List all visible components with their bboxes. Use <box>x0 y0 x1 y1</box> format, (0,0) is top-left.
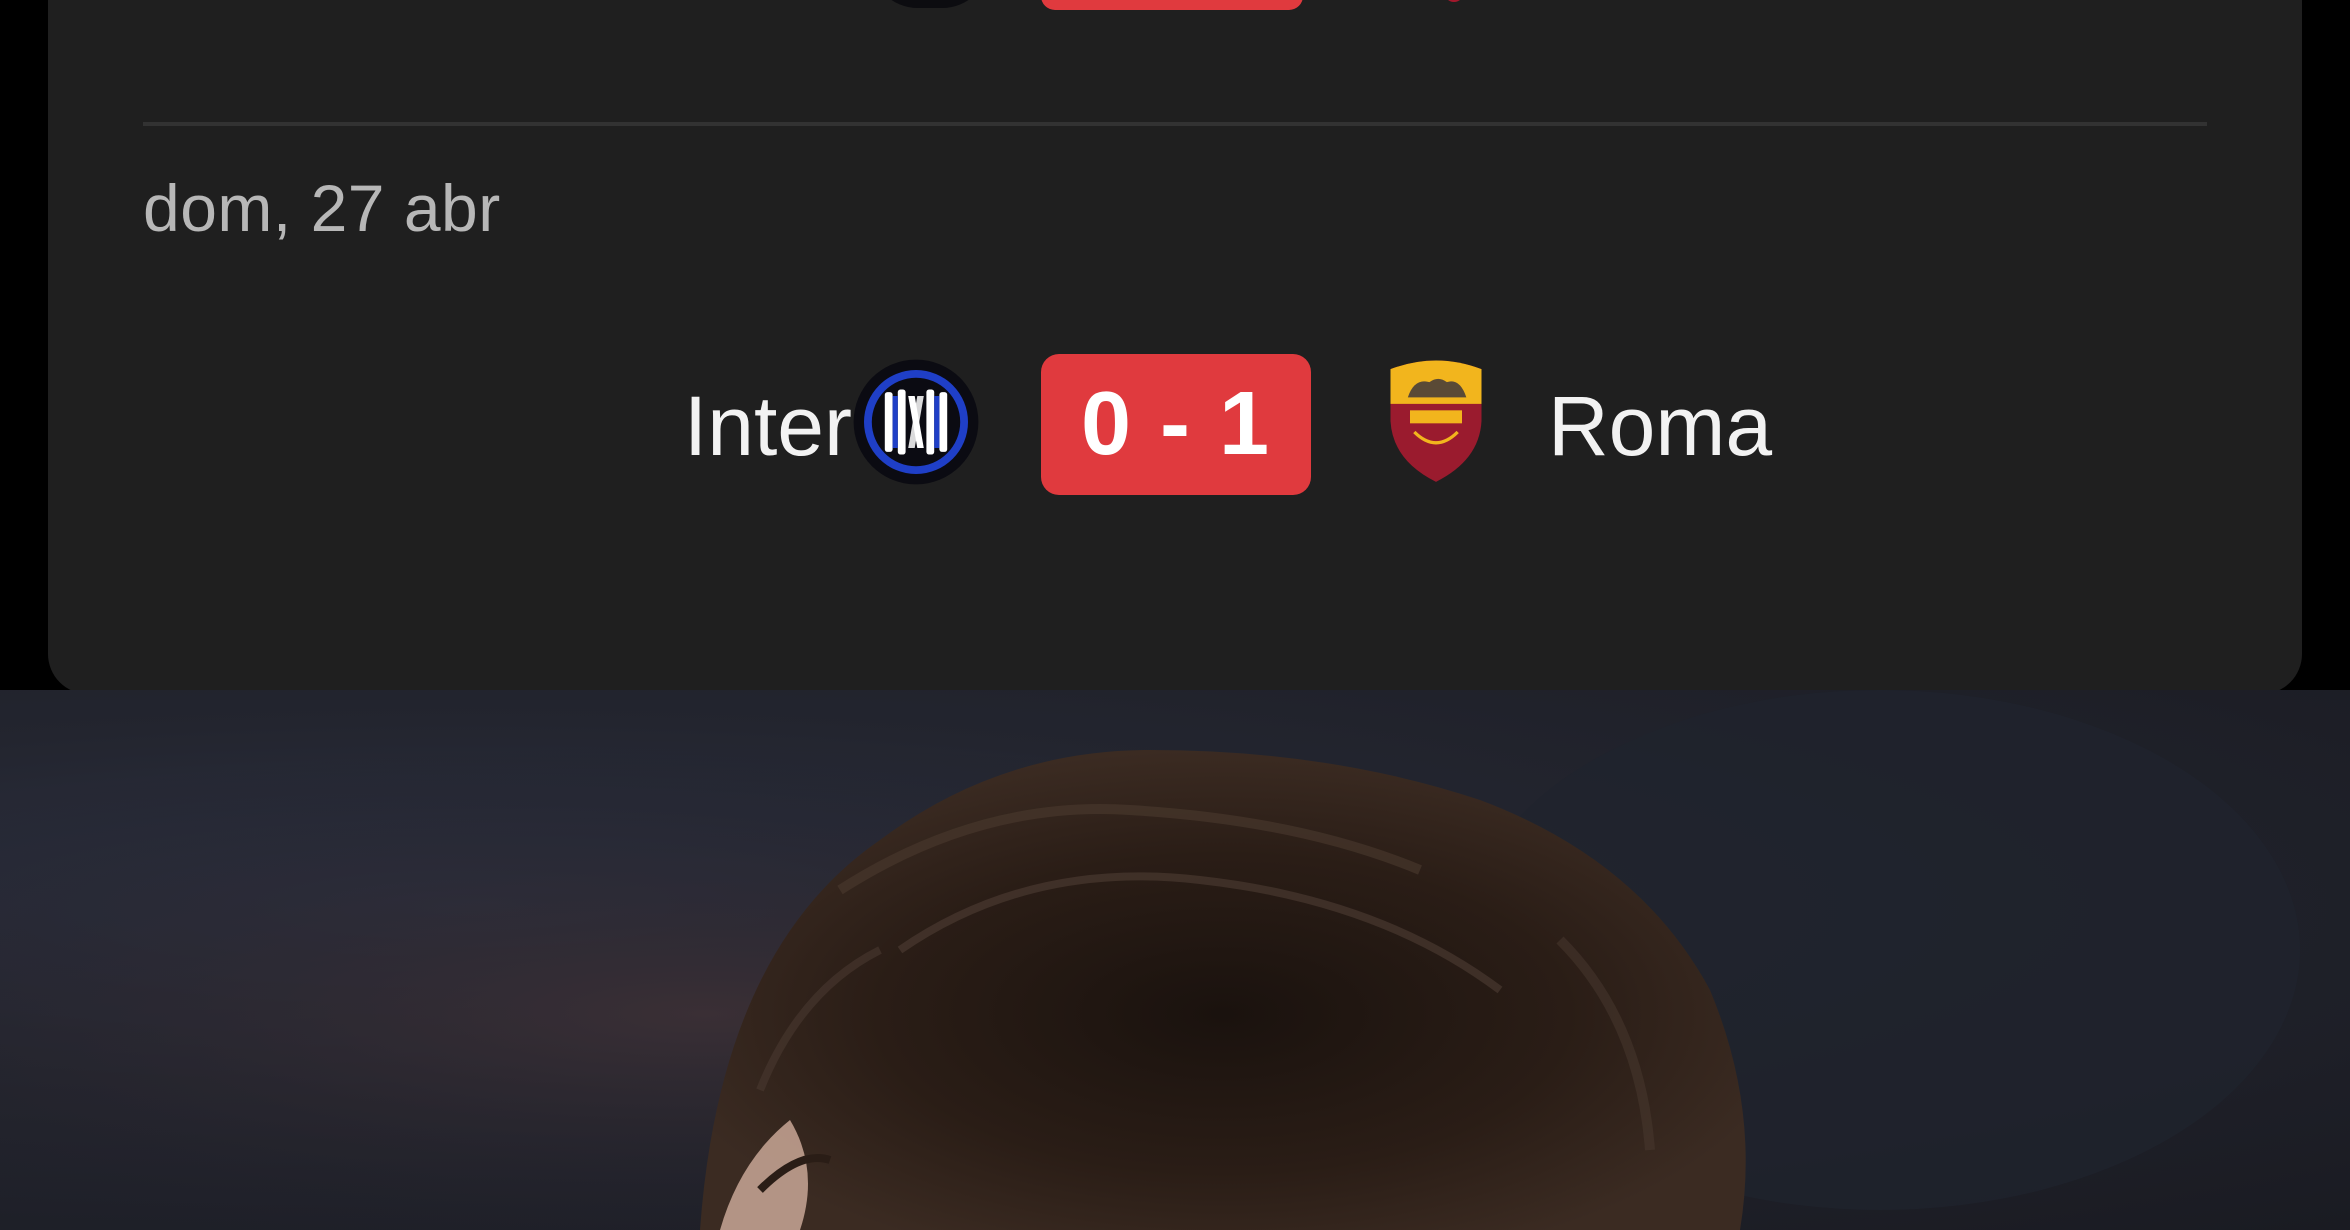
app-screen: dom, 27 abr Inter 0 - 1 Roma <box>0 0 2350 1230</box>
roma-crest-icon <box>1390 360 1482 482</box>
match-date: dom, 27 abr <box>143 171 501 245</box>
match-row[interactable]: Inter 0 - 1 Roma <box>48 354 2302 496</box>
player-photo-image <box>0 690 2350 1230</box>
team-crest-icon <box>870 0 990 8</box>
away-team-name: Roma <box>1548 379 1773 473</box>
news-photo[interactable] <box>0 690 2350 1230</box>
score-badge <box>1041 0 1303 10</box>
score-badge: 0 - 1 <box>1041 354 1311 495</box>
team-crest-icon <box>1408 0 1498 6</box>
matches-card: dom, 27 abr Inter 0 - 1 Roma <box>48 0 2302 694</box>
inter-crest-icon <box>853 359 979 485</box>
divider <box>143 122 2207 126</box>
previous-match-row[interactable] <box>48 0 2302 12</box>
home-team-name: Inter <box>683 379 852 473</box>
